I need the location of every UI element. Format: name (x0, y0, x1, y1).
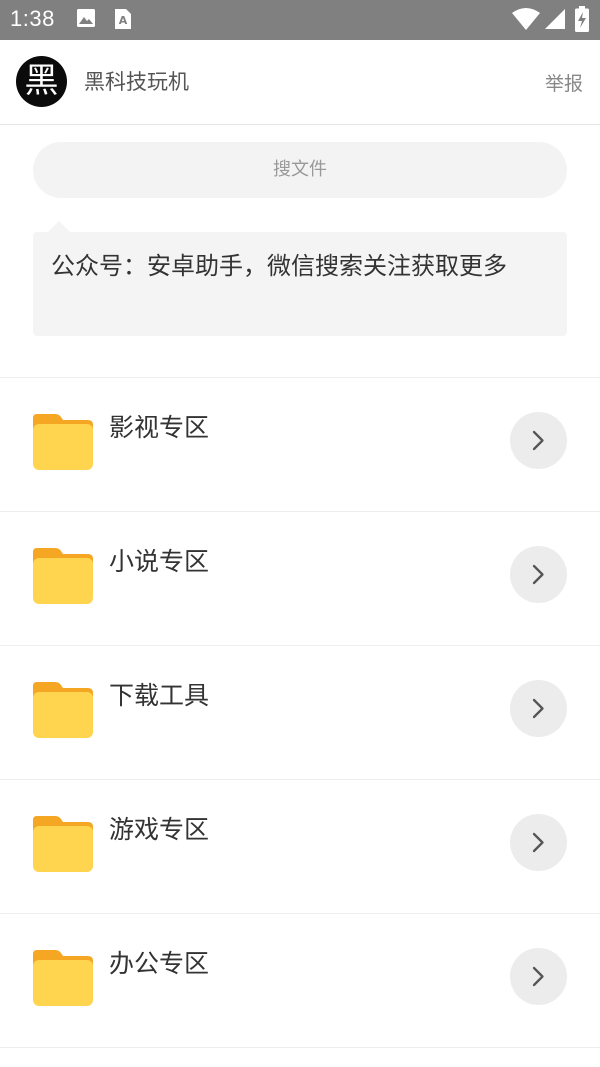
battery-charging-icon (575, 6, 589, 32)
font-icon: A (115, 9, 131, 29)
chevron-right-icon (532, 698, 544, 719)
wifi-icon (512, 8, 540, 30)
folder-icon (33, 548, 93, 604)
list-item-label: 办公专区 (109, 949, 210, 978)
chevron-right-icon (532, 966, 544, 987)
signal-icon (545, 9, 565, 29)
chevron-right-icon (532, 832, 544, 853)
chevron-right-icon (532, 430, 544, 451)
list-item-label: 下载工具 (109, 681, 210, 710)
open-button[interactable] (510, 546, 567, 603)
list-item-label: 影视专区 (109, 413, 210, 442)
avatar[interactable]: 黑 (16, 56, 67, 107)
folder-icon (33, 950, 93, 1006)
search-input[interactable]: 搜文件 (33, 142, 567, 198)
svg-text:A: A (119, 14, 128, 27)
open-button[interactable] (510, 948, 567, 1005)
notice-bubble: 公众号：安卓助手，微信搜索关注获取更多 (33, 232, 567, 336)
status-bar: 1:38 A (0, 0, 600, 40)
notice-pointer (48, 221, 70, 232)
open-button[interactable] (510, 412, 567, 469)
list-item[interactable]: 小说专区 (0, 512, 600, 646)
list-item[interactable]: 下载工具 (0, 646, 600, 780)
status-time: 1:38 (10, 6, 55, 31)
chevron-right-icon (532, 564, 544, 585)
list-item[interactable]: 办公专区 (0, 914, 600, 1048)
folder-icon (33, 816, 93, 872)
open-button[interactable] (510, 680, 567, 737)
folder-icon (33, 414, 93, 470)
image-icon (77, 9, 95, 27)
open-button[interactable] (510, 814, 567, 871)
notice-text: 公众号：安卓助手，微信搜索关注获取更多 (51, 252, 507, 280)
list-item-label: 小说专区 (109, 547, 210, 576)
list-item-label: 游戏专区 (109, 815, 210, 844)
page-title: 黑科技玩机 (84, 70, 189, 94)
folder-icon (33, 682, 93, 738)
report-button[interactable]: 举报 (545, 69, 583, 96)
list-item[interactable]: 影视专区 (0, 378, 600, 512)
list-item[interactable]: 游戏专区 (0, 780, 600, 914)
folder-list: 影视专区 小说专区 下载工具 游戏专区 办公专区 (0, 377, 600, 1048)
header: 黑 黑科技玩机 举报 (0, 40, 600, 125)
